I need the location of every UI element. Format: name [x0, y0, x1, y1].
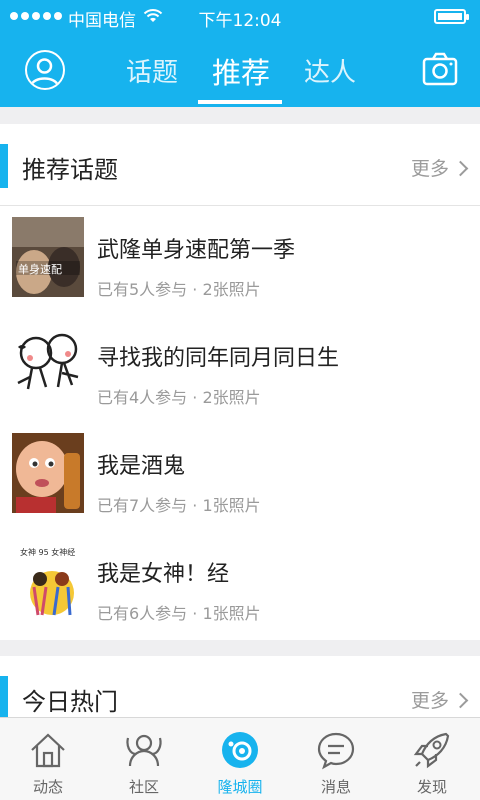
- nav-label: 消息: [320, 778, 351, 796]
- nav-item-community[interactable]: 社区: [96, 718, 192, 800]
- topic-meta: 已有5人参与 · 2张照片: [97, 280, 261, 299]
- list-item[interactable]: 女神 95 女神经 我是女神！经 已有6人参与 · 1张照片: [0, 530, 480, 638]
- section-accent-bar: [0, 144, 8, 188]
- active-tab-indicator: [198, 100, 282, 104]
- chevron-right-icon: [452, 692, 469, 708]
- recommended-topics-header: 推荐话题 更多: [0, 124, 480, 206]
- topic-thumbnail: [12, 433, 84, 513]
- section-title: 推荐话题: [22, 156, 118, 184]
- more-label: 更多: [410, 158, 449, 180]
- top-bar: 中国电信 下午12:04 话题 推荐 达人: [0, 0, 480, 107]
- nav-item-discover[interactable]: 发现: [384, 718, 480, 800]
- avatar-icon[interactable]: [25, 50, 65, 90]
- status-bar: 中国电信 下午12:04: [0, 0, 480, 34]
- list-item[interactable]: 寻找我的同年同月同日生 已有4人参与 · 2张照片: [0, 314, 480, 422]
- circle-camera-icon: [222, 732, 258, 768]
- chevron-right-icon: [452, 160, 469, 176]
- nav-label: 隆城圈: [217, 778, 263, 796]
- nav-label: 发现: [416, 778, 447, 796]
- battery-icon: [434, 9, 469, 24]
- topic-name: 我是酒鬼: [97, 454, 186, 479]
- topic-thumbnail: 单身速配: [12, 217, 84, 297]
- svg-text:单身速配: 单身速配: [18, 262, 62, 276]
- home-icon: [31, 733, 65, 768]
- topic-meta: 已有6人参与 · 1张照片: [97, 604, 261, 623]
- more-label: 更多: [410, 690, 449, 712]
- topic-meta: 已有4人参与 · 2张照片: [97, 388, 261, 407]
- more-link[interactable]: 更多: [410, 686, 469, 713]
- header: 话题 推荐 达人: [0, 34, 480, 107]
- clock: 下午12:04: [198, 11, 282, 31]
- tab-topics[interactable]: 话题: [126, 52, 178, 89]
- topic-name: 我是女神！经: [97, 562, 230, 587]
- rocket-icon: [413, 732, 450, 769]
- hot-today-card: 今日热门 更多: [0, 656, 480, 726]
- topic-name: 寻找我的同年同月同日生: [97, 346, 340, 371]
- bottom-nav: 动态 社区 隆城圈 消息 发现: [0, 717, 480, 800]
- topic-thumbnail: 女神 95 女神经: [12, 541, 84, 621]
- more-link[interactable]: 更多: [410, 154, 469, 181]
- recommended-topics-card: 推荐话题 更多 单身速配 武隆单身速配第一季 已有5人参与 · 2张照片 寻找我…: [0, 124, 480, 640]
- camera-icon[interactable]: [420, 52, 460, 88]
- topic-meta: 已有7人参与 · 1张照片: [97, 496, 261, 515]
- svg-text:女神 95 女神经: 女神 95 女神经: [20, 547, 75, 557]
- message-icon: [317, 732, 355, 770]
- tab-recommended[interactable]: 推荐: [212, 50, 270, 92]
- nav-item-messages[interactable]: 消息: [288, 718, 384, 800]
- section-accent-bar: [0, 676, 8, 720]
- nav-item-longcheng-circle[interactable]: 隆城圈: [192, 718, 288, 800]
- nav-item-feed[interactable]: 动态: [0, 718, 96, 800]
- list-item[interactable]: 单身速配 武隆单身速配第一季 已有5人参与 · 2张照片: [0, 206, 480, 314]
- topic-name: 武隆单身速配第一季: [97, 238, 296, 263]
- topic-thumbnail: [12, 325, 84, 405]
- tab-experts[interactable]: 达人: [304, 52, 356, 89]
- nav-label: 社区: [128, 778, 159, 796]
- community-icon: [126, 734, 162, 767]
- nav-label: 动态: [32, 778, 63, 796]
- list-item[interactable]: 我是酒鬼 已有7人参与 · 1张照片: [0, 422, 480, 530]
- section-title: 今日热门: [22, 688, 118, 716]
